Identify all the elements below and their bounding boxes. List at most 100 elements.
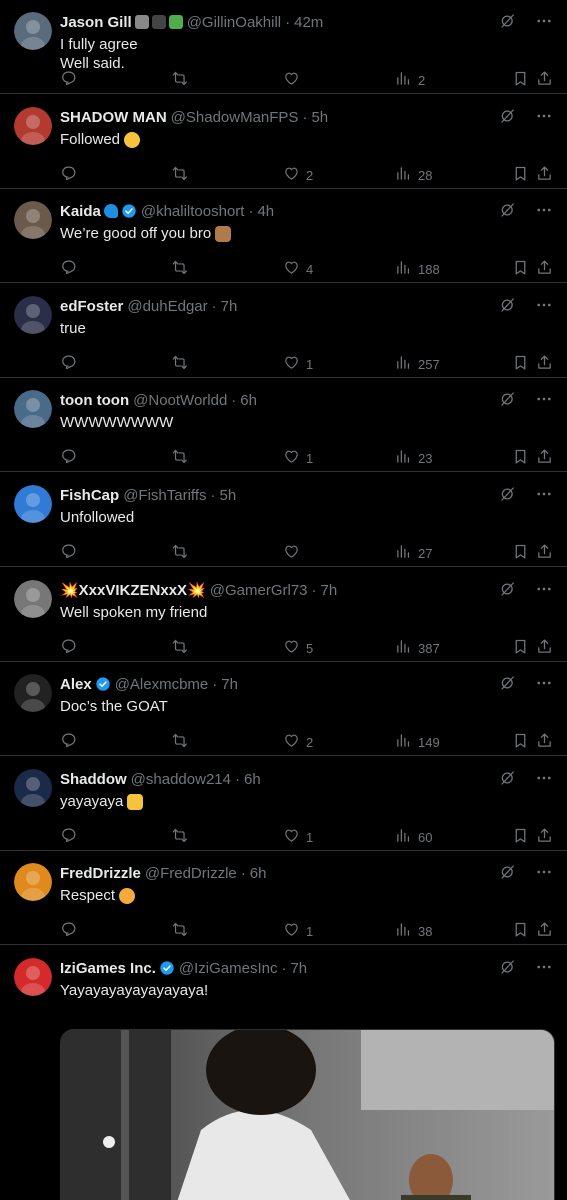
like-button[interactable] <box>283 70 306 90</box>
username-handle[interactable]: @GamerGrl73 <box>210 582 308 599</box>
tweet-reply[interactable]: FredDrizzle @FredDrizzle · 6h Respect 1 38 <box>0 851 567 945</box>
username-handle[interactable]: @FishTariffs <box>123 487 206 504</box>
reply-button[interactable] <box>61 354 84 374</box>
more-icon[interactable] <box>535 485 553 503</box>
grok-icon[interactable] <box>499 769 517 787</box>
username-handle[interactable]: @IziGamesInc <box>179 960 278 977</box>
display-name[interactable]: Alex <box>60 676 92 693</box>
more-icon[interactable] <box>535 12 553 30</box>
grok-icon[interactable] <box>499 580 517 598</box>
avatar[interactable] <box>14 769 52 807</box>
bookmark-button[interactable] <box>512 165 529 185</box>
timestamp[interactable]: 7h <box>221 676 238 693</box>
grok-icon[interactable] <box>499 390 517 408</box>
avatar[interactable] <box>14 201 52 239</box>
tweet-reply[interactable]: FishCap @FishTariffs · 5h Unfollowed 27 <box>0 473 567 567</box>
like-button[interactable]: 5 <box>283 638 313 658</box>
display-name[interactable]: SHADOW MAN <box>60 109 167 126</box>
tweet-reply[interactable]: 💥XxxVIKZENxxX💥 @GamerGrl73 · 7h Well spoken … <box>0 568 567 662</box>
bookmark-button[interactable] <box>512 827 529 847</box>
username-handle[interactable]: @shaddow214 <box>131 771 231 788</box>
avatar[interactable] <box>14 674 52 712</box>
bookmark-button[interactable] <box>512 921 529 941</box>
display-name[interactable]: 💥XxxVIKZENxxX💥 <box>60 581 206 599</box>
tweet-reply[interactable]: Kaida @khaliltooshort · 4h We’re good off yo… <box>0 189 567 283</box>
share-button[interactable] <box>536 70 553 90</box>
more-icon[interactable] <box>535 863 553 881</box>
bookmark-button[interactable] <box>512 354 529 374</box>
more-icon[interactable] <box>535 107 553 125</box>
retweet-button[interactable] <box>172 827 195 847</box>
grok-icon[interactable] <box>499 863 517 881</box>
display-name[interactable]: IziGames Inc. <box>60 960 156 977</box>
tweet-reply[interactable]: SHADOW MAN @ShadowManFPS · 5h Followed 2 28 <box>0 95 567 189</box>
reply-button[interactable] <box>61 921 84 941</box>
like-button[interactable]: 2 <box>283 165 313 185</box>
timestamp[interactable]: 4h <box>257 203 274 220</box>
timestamp[interactable]: 5h <box>220 487 237 504</box>
grok-icon[interactable] <box>499 201 517 219</box>
timestamp[interactable]: 6h <box>240 392 257 409</box>
views-button[interactable]: 27 <box>395 543 432 563</box>
avatar[interactable] <box>14 580 52 618</box>
more-icon[interactable] <box>535 201 553 219</box>
tweet-reply[interactable]: Shaddow @shaddow214 · 6h yayayaya 1 60 <box>0 757 567 851</box>
share-button[interactable] <box>536 448 553 468</box>
like-button[interactable]: 1 <box>283 921 313 941</box>
views-button[interactable]: 28 <box>395 165 432 185</box>
grok-icon[interactable] <box>499 12 517 30</box>
views-button[interactable]: 188 <box>395 259 440 279</box>
display-name[interactable]: toon toon <box>60 392 129 409</box>
retweet-button[interactable] <box>172 543 195 563</box>
reply-button[interactable] <box>61 448 84 468</box>
views-button[interactable]: 149 <box>395 732 440 752</box>
more-icon[interactable] <box>535 769 553 787</box>
bookmark-button[interactable] <box>512 543 529 563</box>
username-handle[interactable]: @duhEdgar <box>127 298 207 315</box>
grok-icon[interactable] <box>499 674 517 692</box>
share-button[interactable] <box>536 354 553 374</box>
bookmark-button[interactable] <box>512 259 529 279</box>
grok-icon[interactable] <box>499 958 517 976</box>
retweet-button[interactable] <box>172 448 195 468</box>
reply-button[interactable] <box>61 259 84 279</box>
views-button[interactable]: 23 <box>395 448 432 468</box>
views-button[interactable]: 60 <box>395 827 432 847</box>
reply-button[interactable] <box>61 827 84 847</box>
timestamp[interactable]: 7h <box>321 582 338 599</box>
share-button[interactable] <box>536 165 553 185</box>
like-button[interactable]: 1 <box>283 354 313 374</box>
timestamp[interactable]: 7h <box>221 298 238 315</box>
avatar[interactable] <box>14 296 52 334</box>
retweet-button[interactable] <box>172 638 195 658</box>
share-button[interactable] <box>536 732 553 752</box>
timestamp[interactable]: 6h <box>244 771 261 788</box>
share-button[interactable] <box>536 827 553 847</box>
share-button[interactable] <box>536 921 553 941</box>
tweet-reply[interactable]: Alex @Alexmcbme · 7h Doc’s the GOAT 2 149 <box>0 662 567 756</box>
avatar[interactable] <box>14 390 52 428</box>
share-button[interactable] <box>536 543 553 563</box>
username-handle[interactable]: @ShadowManFPS <box>171 109 299 126</box>
grok-icon[interactable] <box>499 107 517 125</box>
display-name[interactable]: FishCap <box>60 487 119 504</box>
tweet-media-video[interactable] <box>60 1029 555 1200</box>
like-button[interactable]: 4 <box>283 259 313 279</box>
grok-icon[interactable] <box>499 296 517 314</box>
reply-button[interactable] <box>61 543 84 563</box>
username-handle[interactable]: @Alexmcbme <box>115 676 209 693</box>
retweet-button[interactable] <box>172 259 195 279</box>
avatar[interactable] <box>14 863 52 901</box>
username-handle[interactable]: @khaliltooshort <box>141 203 245 220</box>
display-name[interactable]: FredDrizzle <box>60 865 141 882</box>
share-button[interactable] <box>536 638 553 658</box>
bookmark-button[interactable] <box>512 638 529 658</box>
avatar[interactable] <box>14 107 52 145</box>
timestamp[interactable]: 6h <box>250 865 267 882</box>
username-handle[interactable]: @GillinOakhill <box>187 14 281 31</box>
timestamp[interactable]: 42m <box>294 14 323 31</box>
bookmark-button[interactable] <box>512 448 529 468</box>
tweet-reply[interactable]: toon toon @NootWorldd · 6h WWWWWWWW 1 23 <box>0 378 567 472</box>
tweet-reply[interactable]: edFoster @duhEdgar · 7h true 1 257 <box>0 284 567 378</box>
like-button[interactable]: 2 <box>283 732 313 752</box>
